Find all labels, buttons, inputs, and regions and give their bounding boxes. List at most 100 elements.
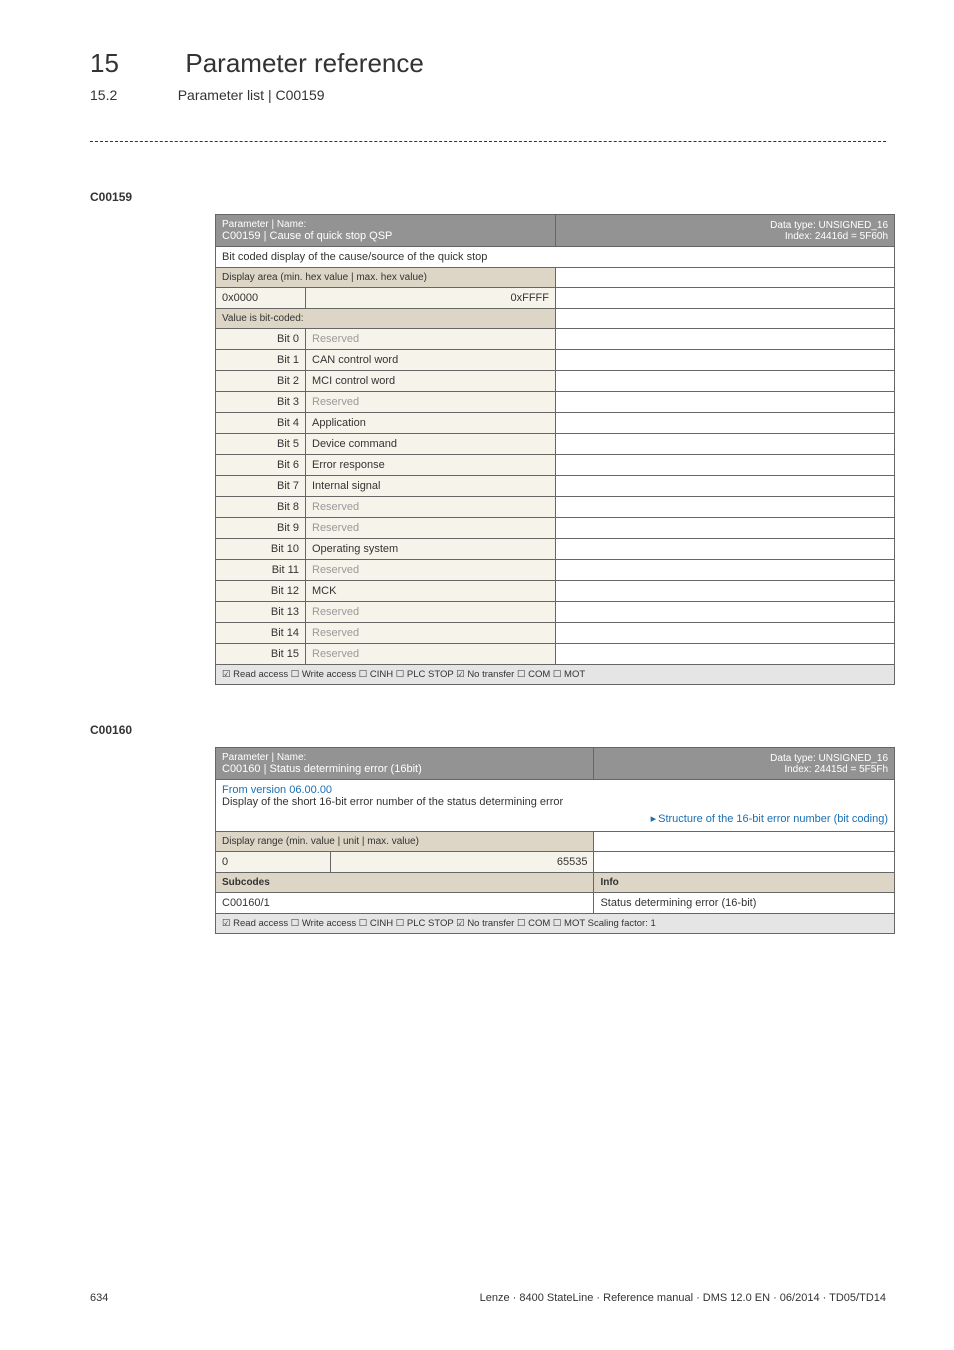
access-row: ☑ Read access ☐ Write access ☐ CINH ☐ PL… [216,665,895,685]
desc-text: Display of the short 16-bit error number… [222,796,563,808]
blank-cell [556,539,895,560]
bit-row: Bit 4Application [216,413,895,434]
subsection-title: Parameter list | C00159 [178,87,325,103]
desc-row: Bit coded display of the cause/source of… [216,247,895,268]
param-index: Index: 24416d = 5F60h [785,231,888,242]
bit-val: Reserved [306,329,556,350]
footer: 634 Lenze · 8400 StateLine · Reference m… [90,1292,886,1304]
blank-cell [556,268,895,288]
bit-row: Bit 2MCI control word [216,371,895,392]
bit-val: Internal signal [306,476,556,497]
bit-num: Bit 3 [216,392,306,413]
anchor-c00160: C00160 [90,723,886,737]
bit-val: Error response [306,455,556,476]
bit-val: Reserved [306,644,556,665]
bit-coded-label: Value is bit-coded: [216,309,556,329]
version-link[interactable]: From version 06.00.00 [222,784,332,796]
range-row: 0 65535 [216,852,895,873]
bit-num: Bit 12 [216,581,306,602]
arrow-icon: ▸ [651,813,657,825]
hex-range-row: 0x0000 0xFFFF [216,288,895,309]
info-label: Info [594,873,895,893]
bit-num: Bit 14 [216,623,306,644]
bit-row: Bit 7Internal signal [216,476,895,497]
display-range-row: Display range (min. value | unit | max. … [216,832,895,852]
param-name: C00160 | Status determining error (16bit… [222,763,422,775]
bit-row: Bit 1CAN control word [216,350,895,371]
bit-num: Bit 1 [216,350,306,371]
bit-val: Application [306,413,556,434]
desc-text: Bit coded display of the cause/source of… [216,247,895,268]
display-area-row: Display area (min. hex value | max. hex … [216,268,895,288]
bit-val: CAN control word [306,350,556,371]
bit-row: Bit 13Reserved [216,602,895,623]
subsection-number: 15.2 [90,87,117,103]
bit-row: Bit 0Reserved [216,329,895,350]
param-header-row: Parameter | Name: C00159 | Cause of quic… [216,215,895,247]
bit-num: Bit 4 [216,413,306,434]
bit-row: Bit 6Error response [216,455,895,476]
bit-row: Bit 9Reserved [216,518,895,539]
bit-num: Bit 5 [216,434,306,455]
anchor-c00159: C00159 [90,190,886,204]
chapter-number: 15 [90,48,119,79]
subcode-row: C00160/1 Status determining error (16-bi… [216,893,895,914]
header-divider [90,141,886,142]
bit-row: Bit 10Operating system [216,539,895,560]
subcode-info: Status determining error (16-bit) [594,893,895,914]
bit-val: Reserved [306,623,556,644]
bit-num: Bit 0 [216,329,306,350]
blank-cell [556,455,895,476]
data-type: Data type: UNSIGNED_16 [770,753,888,764]
subcodes-header-row: Subcodes Info [216,873,895,893]
bit-num: Bit 2 [216,371,306,392]
structure-link[interactable]: Structure of the 16-bit error number (bi… [658,813,888,825]
chapter-title: Parameter reference [185,48,423,79]
bit-val: MCI control word [306,371,556,392]
bit-num: Bit 11 [216,560,306,581]
blank-cell [556,602,895,623]
bit-num: Bit 15 [216,644,306,665]
param-label: Parameter | Name: [222,752,306,763]
hex-min: 0x0000 [216,288,306,309]
bit-row: Bit 11Reserved [216,560,895,581]
access-row: ☑ Read access ☐ Write access ☐ CINH ☐ PL… [216,914,895,934]
page-number: 634 [90,1292,108,1304]
blank-cell [556,288,895,309]
hex-max: 0xFFFF [306,288,556,309]
bit-val: Device command [306,434,556,455]
bit-val: Reserved [306,602,556,623]
blank-cell [556,350,895,371]
blank-cell [556,644,895,665]
blank-cell [556,476,895,497]
blank-cell [556,497,895,518]
display-range-label: Display range (min. value | unit | max. … [216,832,594,852]
param-table-c00160: Parameter | Name: C00160 | Status determ… [215,747,895,934]
bit-row: Bit 14Reserved [216,623,895,644]
bit-val: Reserved [306,497,556,518]
bit-val: Reserved [306,518,556,539]
blank-cell [594,852,895,873]
bit-row: Bit 15Reserved [216,644,895,665]
data-type: Data type: UNSIGNED_16 [770,220,888,231]
subcodes-label: Subcodes [216,873,594,893]
bit-row: Bit 8Reserved [216,497,895,518]
range-min: 0 [216,852,331,873]
bit-val: Reserved [306,392,556,413]
bit-num: Bit 7 [216,476,306,497]
param-table-c00159: Parameter | Name: C00159 | Cause of quic… [215,214,895,685]
desc-row: From version 06.00.00 Display of the sho… [216,780,895,832]
bit-num: Bit 10 [216,539,306,560]
blank-cell [594,832,895,852]
blank-cell [556,371,895,392]
access-flags: ☑ Read access ☐ Write access ☐ CINH ☐ PL… [216,914,895,934]
blank-cell [556,623,895,644]
bit-val: MCK [306,581,556,602]
bit-num: Bit 6 [216,455,306,476]
bit-val: Reserved [306,560,556,581]
access-flags: ☑ Read access ☐ Write access ☐ CINH ☐ PL… [216,665,895,685]
footer-text: Lenze · 8400 StateLine · Reference manua… [480,1292,886,1304]
blank-cell [556,434,895,455]
blank-cell [556,518,895,539]
bit-num: Bit 9 [216,518,306,539]
